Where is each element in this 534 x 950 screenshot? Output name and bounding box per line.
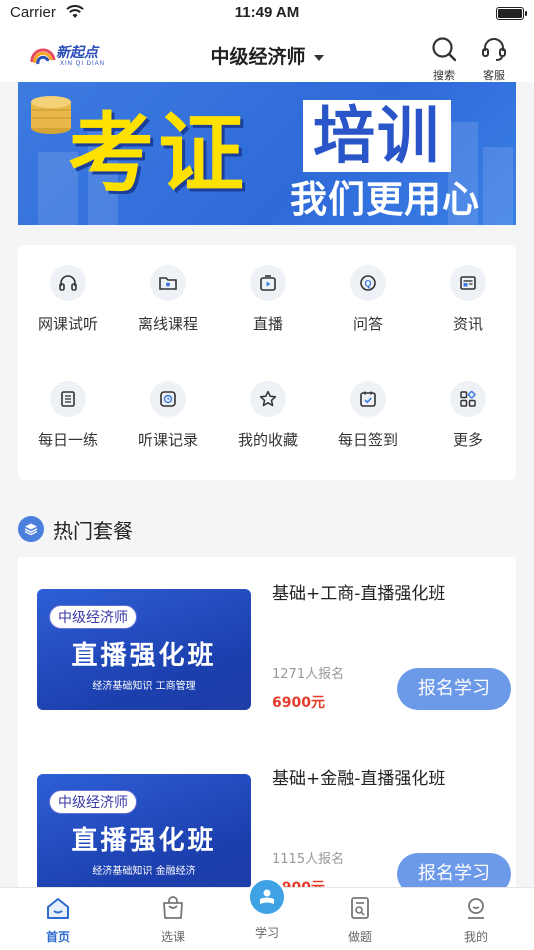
calendar-check-icon <box>350 381 386 417</box>
menu-item-daily-practice[interactable]: 每日一练 <box>18 381 118 450</box>
live-play-icon <box>250 265 286 301</box>
exam-icon <box>351 897 369 919</box>
tab-profile[interactable]: 我的 <box>446 896 506 945</box>
news-icon <box>450 265 486 301</box>
star-icon <box>250 381 286 417</box>
history-icon <box>150 381 186 417</box>
profile-icon <box>468 898 484 919</box>
status-bar: Carrier 11:49 AM <box>0 0 534 30</box>
menu-item-offline-courses[interactable]: 离线课程 <box>118 265 218 334</box>
svg-text:Q: Q <box>364 279 371 289</box>
search-label: 搜索 <box>433 69 455 82</box>
course-thumbnail[interactable]: 中级经济师 直播强化班 经济基础知识 金融经济 <box>37 774 251 895</box>
promo-banner[interactable]: 考证 培训 我们更用心 <box>18 82 516 225</box>
section-title: 热门套餐 <box>53 519 133 543</box>
menu-item-label: 听课记录 <box>137 431 198 449</box>
menu-item-qa[interactable]: Q 问答 <box>318 265 418 334</box>
course-price: 6900元 <box>272 695 325 711</box>
headset-icon <box>482 38 506 61</box>
grid-more-icon <box>450 381 486 417</box>
chevron-down-icon <box>313 54 324 61</box>
menu-item-label: 网课试听 <box>37 315 98 333</box>
menu-item-label: 问答 <box>352 315 383 333</box>
course-title[interactable]: 基础+工商-直播强化班 <box>272 579 445 604</box>
menu-item-checkin[interactable]: 每日签到 <box>318 381 418 450</box>
menu-item-news[interactable]: 资讯 <box>418 265 518 334</box>
customer-service-button[interactable]: 客服 <box>476 36 512 83</box>
tab-label: 做题 <box>347 930 372 944</box>
tab-label: 选课 <box>160 930 185 944</box>
qa-icon: Q <box>350 265 386 301</box>
nav-bar: 新起点 XIN QI DIAN 中级经济师 搜索 客服 <box>0 30 534 82</box>
menu-item-label: 更多 <box>452 431 483 449</box>
course-thumbnail[interactable]: 中级经济师 直播强化班 经济基础知识 工商管理 <box>37 589 251 710</box>
banner-headline: 考证 <box>68 104 248 204</box>
battery-icon <box>496 7 527 20</box>
search-icon <box>432 37 457 62</box>
course-tag: 中级经济师 <box>49 790 137 814</box>
study-icon <box>260 889 274 904</box>
headphones-icon <box>50 265 86 301</box>
clock: 11:49 AM <box>234 4 300 21</box>
menu-item-live[interactable]: 直播 <box>218 265 318 334</box>
menu-item-label: 每日一练 <box>37 431 98 449</box>
enroll-count: 1115人报名 <box>272 852 345 867</box>
course-tag: 中级经济师 <box>49 605 137 629</box>
page-title: 中级经济师 <box>210 46 306 68</box>
shopping-bag-icon <box>163 896 183 919</box>
thumbnail-title: 直播强化班 <box>71 826 217 856</box>
course-title[interactable]: 基础+金融-直播强化班 <box>272 764 445 789</box>
tab-study-label: 学习 <box>254 926 279 940</box>
menu-item-trial-lessons[interactable]: 网课试听 <box>18 265 118 334</box>
tab-label: 首页 <box>45 930 70 944</box>
tab-study[interactable] <box>247 877 287 917</box>
notebook-icon <box>50 381 86 417</box>
layers-icon <box>18 516 44 542</box>
folder-icon <box>150 265 186 301</box>
menu-item-label: 我的收藏 <box>237 431 298 449</box>
menu-item-label: 资讯 <box>452 315 483 333</box>
tab-courses[interactable]: 选课 <box>143 896 203 945</box>
tab-label: 我的 <box>463 930 488 944</box>
home-icon <box>47 898 69 919</box>
menu-item-favorites[interactable]: 我的收藏 <box>218 381 318 450</box>
thumbnail-subtitle: 经济基础知识 工商管理 <box>92 681 196 692</box>
menu-item-label: 每日签到 <box>337 431 398 449</box>
banner-highlight: 培训 <box>303 100 452 172</box>
tab-practice[interactable]: 做题 <box>330 896 390 945</box>
menu-item-more[interactable]: 更多 <box>418 381 518 450</box>
menu-item-history[interactable]: 听课记录 <box>118 381 218 450</box>
search-button[interactable]: 搜索 <box>426 36 462 83</box>
quick-menu: 网课试听 离线课程 直播 Q 问答 资讯 每日一练 听课记录 我的收藏 每日签到… <box>18 245 516 480</box>
thumbnail-title: 直播强化班 <box>71 641 217 671</box>
enroll-button[interactable]: 报名学习 <box>397 668 511 710</box>
menu-item-label: 离线课程 <box>137 315 198 333</box>
service-label: 客服 <box>483 69 505 82</box>
thumbnail-subtitle: 经济基础知识 金融经济 <box>92 866 196 877</box>
banner-slogan: 我们更用心 <box>290 178 480 221</box>
tab-home[interactable]: 首页 <box>28 896 88 945</box>
menu-item-label: 直播 <box>252 315 283 333</box>
enroll-count: 1271人报名 <box>272 667 345 682</box>
course-card[interactable]: 中级经济师 直播强化班 经济基础知识 工商管理 基础+工商-直播强化班 1271… <box>18 557 516 742</box>
